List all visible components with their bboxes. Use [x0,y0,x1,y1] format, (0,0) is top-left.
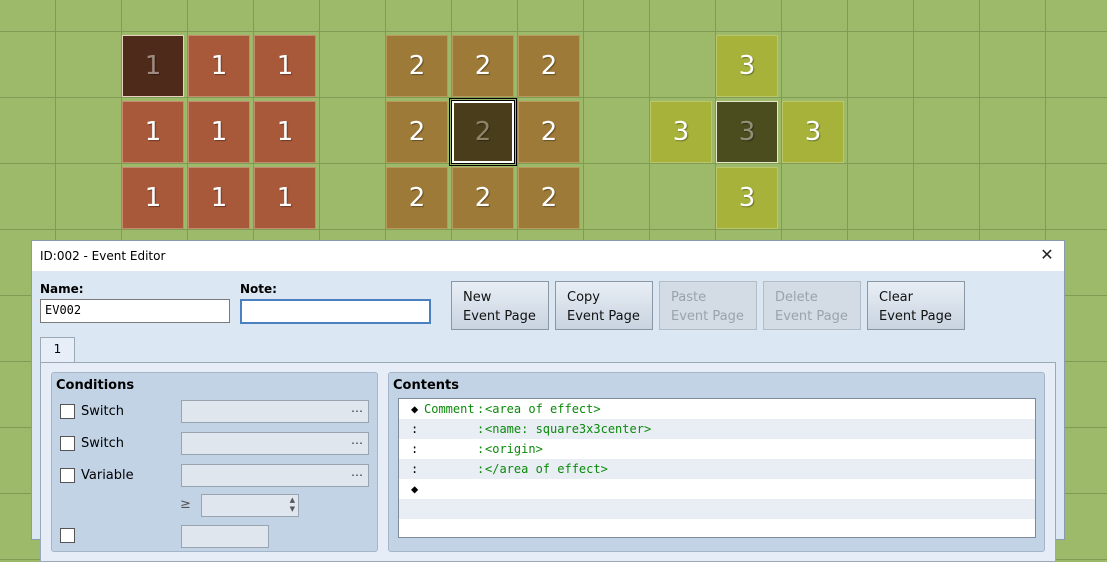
row-marker: ◆ [411,482,419,496]
variable-value-spinner[interactable]: ▲ ▼ [201,494,299,517]
ellipsis-icon: … [351,465,363,479]
command-text: <origin> [485,442,543,456]
conditions-group: Conditions Switch … Switch … Variable … … [51,372,378,552]
command-text: <name: square3x3center> [485,422,652,436]
button-line: Paste [671,290,707,305]
area-tile[interactable]: 2 [518,167,580,229]
area-tile[interactable]: 2 [386,101,448,163]
event-tile-center[interactable]: 3 [716,101,778,163]
event-tile-center-selected[interactable]: 2 [449,98,517,166]
area-tile[interactable]: 2 [518,101,580,163]
name-input[interactable]: EV002 [40,299,230,323]
area-tile[interactable]: 1 [122,167,184,229]
copy-event-page-button[interactable]: Copy Event Page [555,281,653,330]
event-editor-dialog: ID:002 - Event Editor ✕ Name: EV002 Note… [31,240,1065,562]
area-tile[interactable]: 1 [188,101,250,163]
button-line: Event Page [671,309,744,324]
button-line: Event Page [775,309,848,324]
variable-label: Variable [81,468,134,483]
button-line: Event Page [463,309,536,324]
switch1-checkbox[interactable] [60,404,75,419]
row-colon: : [477,422,485,436]
note-input[interactable] [240,299,431,324]
area-tile[interactable]: 2 [386,35,448,97]
row-marker: : [411,462,419,476]
area-tile[interactable]: 1 [254,167,316,229]
delete-event-page-button[interactable]: Delete Event Page [763,281,861,330]
command-text: <area of effect> [485,402,601,416]
button-line: Delete [775,290,818,305]
switch2-label: Switch [81,436,124,451]
row-colon: : [477,462,485,476]
area-tile[interactable]: 3 [716,35,778,97]
gte-symbol: ≥ [180,497,191,512]
command-row[interactable]: : : </area of effect> [399,459,1035,479]
command-text: </area of effect> [485,462,608,476]
command-row[interactable] [399,499,1035,519]
area-tile[interactable]: 1 [254,35,316,97]
area-tile[interactable]: 1 [188,35,250,97]
self-switch-select[interactable] [181,525,269,548]
button-line: New [463,290,492,305]
self-switch-checkbox[interactable] [60,528,75,543]
row-colon: : [477,442,485,456]
area-tile[interactable]: 1 [122,101,184,163]
note-label: Note: [240,282,277,296]
button-line: Copy [567,290,600,305]
row-marker: : [411,442,419,456]
variable-select[interactable]: … [181,464,369,487]
close-icon[interactable]: ✕ [1038,246,1056,264]
area-tile[interactable]: 2 [386,167,448,229]
area-tile[interactable]: 3 [716,167,778,229]
switch2-checkbox[interactable] [60,436,75,451]
button-line: Event Page [567,309,640,324]
dialog-title: ID:002 - Event Editor [40,249,166,263]
row-marker: : [411,422,419,436]
event-command-list[interactable]: ◆ Comment : <area of effect> : : <name: … [398,398,1036,538]
spin-up-icon[interactable]: ▲ [290,496,295,504]
command-row[interactable]: : : <name: square3x3center> [399,419,1035,439]
ellipsis-icon: … [351,401,363,415]
command-row[interactable]: : : <origin> [399,439,1035,459]
variable-checkbox[interactable] [60,468,75,483]
new-event-page-button[interactable]: New Event Page [451,281,549,330]
area-tile[interactable]: 3 [650,101,712,163]
row-marker: ◆ [411,402,419,416]
dialog-titlebar[interactable]: ID:002 - Event Editor [32,241,1064,271]
switch1-select[interactable]: … [181,400,369,423]
area-tile[interactable]: 2 [452,35,514,97]
clear-event-page-button[interactable]: Clear Event Page [867,281,965,330]
command-row[interactable]: ◆ [399,479,1035,499]
conditions-title: Conditions [56,378,135,393]
button-line: Clear [879,290,913,305]
switch1-label: Switch [81,404,124,419]
button-line: Event Page [879,309,952,324]
paste-event-page-button[interactable]: Paste Event Page [659,281,757,330]
tab-page-1[interactable]: 1 [40,337,75,364]
name-label: Name: [40,282,84,296]
contents-group: Contents ◆ Comment : <area of effect> : … [388,372,1045,552]
area-tile[interactable]: 2 [518,35,580,97]
contents-title: Contents [393,378,459,393]
area-tile[interactable]: 1 [188,167,250,229]
ellipsis-icon: … [351,433,363,447]
command-name: Comment [424,402,475,416]
command-row[interactable]: ◆ Comment : <area of effect> [399,399,1035,419]
switch2-select[interactable]: … [181,432,369,455]
area-tile[interactable]: 3 [782,101,844,163]
area-tile[interactable]: 2 [452,167,514,229]
event-tile-center[interactable]: 1 [122,35,184,97]
page-panel: Conditions Switch … Switch … Variable … … [40,362,1056,562]
area-tile[interactable]: 1 [254,101,316,163]
spin-down-icon[interactable]: ▼ [290,505,295,513]
row-colon: : [477,402,485,416]
